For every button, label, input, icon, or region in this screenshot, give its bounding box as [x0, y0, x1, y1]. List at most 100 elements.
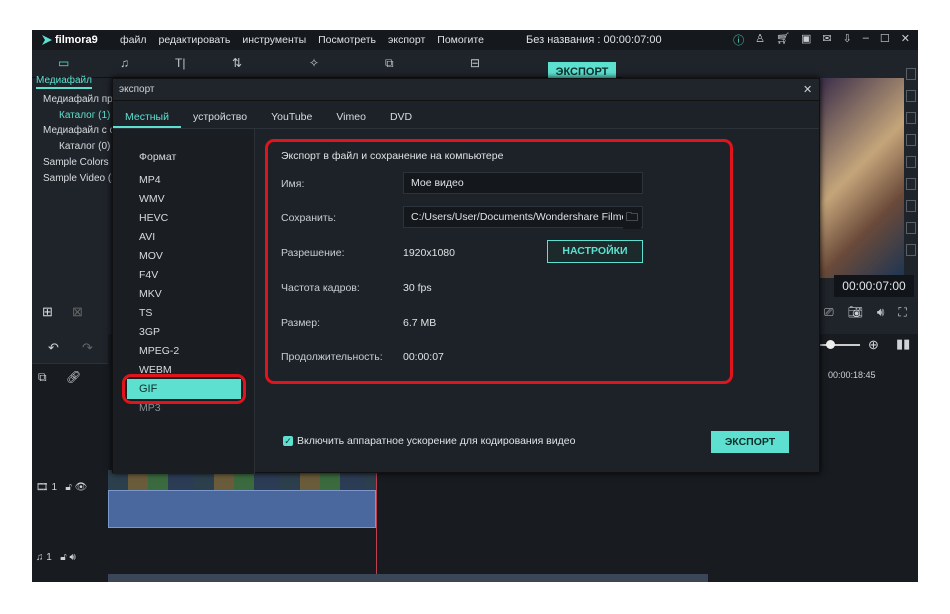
size-label: Размер: [281, 317, 321, 329]
menu-view[interactable]: Посмотреть [318, 34, 376, 46]
duration-value: 00:00:07 [403, 351, 444, 363]
preview-timecode: 00:00:07:00 [834, 275, 914, 297]
thumb [906, 68, 916, 80]
thumb [906, 222, 916, 234]
tab-youtube[interactable]: YouTube [259, 107, 324, 128]
title-bar: filmora9 файл редактировать инструменты Пос… [32, 30, 918, 50]
menu-edit[interactable]: редактировать [158, 34, 230, 46]
titles-icon[interactable]: T| [175, 56, 185, 70]
format-ts[interactable]: TS [139, 307, 152, 319]
project-title: Без названия : 00:00:07:00 [526, 34, 662, 46]
format-mp4[interactable]: MP4 [139, 174, 161, 186]
thumb [906, 112, 916, 124]
ruler-time: 00:00:18:45 [828, 370, 876, 380]
menu-help[interactable]: Помогите [437, 34, 484, 46]
dialog-close-icon[interactable]: ✕ [803, 83, 812, 96]
undo-icon[interactable]: ↶ [48, 340, 59, 356]
tab-media[interactable]: Медиафайл [36, 75, 92, 89]
format-hevc[interactable]: HEVC [139, 212, 168, 224]
format-mpeg2[interactable]: MPEG-2 [139, 345, 179, 357]
sidebar-item[interactable]: Каталог (0) [59, 141, 112, 152]
elements-icon[interactable]: ⧉ [385, 56, 394, 71]
dialog-title-bar: экспорт ✕ [113, 79, 819, 101]
zoom-in-icon[interactable]: ⊕ [868, 337, 879, 353]
timeline-scrollbar[interactable] [108, 574, 708, 582]
delete-folder-icon[interactable]: ⊠ [72, 304, 83, 320]
media-folder-icon[interactable]: ▭ [58, 56, 69, 70]
mail-icon[interactable]: ✉ [822, 32, 831, 48]
export-tabs: Местный устройство YouTube Vimeo DVD [113, 107, 819, 129]
eye-icon[interactable]: 👁︎ [75, 482, 88, 493]
logo-icon [42, 35, 52, 45]
video-track-header: 🎞︎ 1 🔓︎ 👁︎ [36, 482, 88, 493]
split-screen-icon[interactable]: ⊟ [470, 56, 480, 70]
lock-icon[interactable]: 🔓︎ [60, 552, 66, 563]
tab-local[interactable]: Местный [113, 107, 181, 128]
hw-accel-checkbox[interactable]: ✓ [283, 436, 293, 446]
format-avi[interactable]: AVI [139, 231, 155, 243]
pause-columns-icon[interactable]: ▮▮ [896, 336, 910, 352]
thumbnail-strip [904, 30, 918, 280]
film-icon: 🎞︎ [36, 482, 49, 493]
menu-export[interactable]: экспорт [388, 34, 425, 46]
sidebar-item[interactable]: Sample Video (2 [43, 173, 112, 184]
export-button[interactable]: ЭКСПОРТ [711, 431, 789, 453]
format-mkv[interactable]: MKV [139, 288, 162, 300]
menu-file[interactable]: файл [120, 34, 146, 46]
format-heading: Формат [139, 151, 177, 163]
gif-highlight [122, 374, 246, 404]
maximize-icon[interactable]: ☐ [880, 32, 890, 48]
hw-accel-label[interactable]: Включить аппаратное ускорение для кодиро… [297, 435, 575, 447]
sidebar-item[interactable]: Sample Colors ( [43, 157, 112, 168]
size-value: 6.7 MB [403, 317, 437, 329]
format-mov[interactable]: MOV [139, 250, 163, 262]
duration-label: Продолжительность: [281, 351, 383, 363]
thumb [906, 134, 916, 146]
name-label: Имя: [281, 178, 305, 190]
fullscreen-icon[interactable]: ⛶ [898, 305, 906, 320]
tab-dvd[interactable]: DVD [378, 107, 424, 128]
logo: filmora9 [42, 34, 120, 46]
lock-icon[interactable]: 🔓︎ [65, 482, 71, 493]
section-title: Экспорт в файл и сохранение на компьютер… [281, 150, 504, 162]
cart-icon[interactable]: 🛒︎ [776, 32, 790, 48]
new-folder-icon[interactable]: ⊞ [42, 304, 53, 320]
name-input[interactable]: Мое видео [403, 172, 643, 194]
redo-icon[interactable]: ↷ [82, 340, 93, 356]
info-icon[interactable]: ⓘ [733, 32, 744, 48]
settings-button[interactable]: НАСТРОЙКИ [547, 240, 643, 263]
video-clip[interactable] [108, 490, 376, 528]
menu-tools[interactable]: инструменты [242, 34, 306, 46]
format-3gp[interactable]: 3GP [139, 326, 160, 338]
display-settings-icon[interactable]: ⎚ [824, 305, 834, 320]
sidebar-item[interactable]: Каталог (1) [59, 110, 112, 121]
snapshot-icon[interactable]: 📷︎ [848, 305, 863, 320]
thumb [906, 156, 916, 168]
add-track-icon[interactable]: ⧉ [38, 370, 47, 385]
audio-icon[interactable]: ♫ [120, 56, 129, 70]
music-icon: ♫ [36, 552, 44, 563]
folder-icon[interactable]: 🗀 [623, 208, 642, 229]
zoom-handle[interactable] [826, 340, 835, 349]
minimize-icon[interactable]: – [863, 32, 869, 48]
tab-vimeo[interactable]: Vimeo [324, 107, 378, 128]
account-icon[interactable]: ♙ [755, 32, 765, 48]
speaker-icon[interactable]: 🔊︎ [69, 552, 75, 563]
download-icon[interactable]: ⇩ [843, 32, 852, 48]
format-wmv[interactable]: WMV [139, 193, 165, 205]
save-path-input[interactable]: C:/Users/User/Documents/Wondershare Film… [403, 206, 643, 228]
save-icon[interactable]: ▣ [801, 32, 811, 48]
sidebar-item[interactable]: Медиафайл пр [43, 94, 112, 105]
media-sidebar: Медиафайл Медиафайл пр Каталог (1) Медиа… [32, 75, 112, 334]
link-icon[interactable]: 🔗︎ [66, 370, 81, 384]
sidebar-item[interactable]: Медиафайл с с [43, 125, 112, 136]
effects-icon[interactable]: ✧ [309, 56, 319, 70]
tab-device[interactable]: устройство [181, 107, 259, 128]
resolution-value: 1920x1080 [403, 247, 455, 259]
transitions-icon[interactable]: ⇅ [232, 56, 242, 70]
volume-icon[interactable]: 🔊︎ [877, 305, 885, 320]
format-f4v[interactable]: F4V [139, 269, 158, 281]
format-webm[interactable]: WEBM [139, 364, 172, 373]
dialog-title: экспорт [119, 84, 155, 95]
format-list: Формат MP4 WMV HEVC AVI MOV F4V MKV TS 3… [113, 129, 255, 474]
